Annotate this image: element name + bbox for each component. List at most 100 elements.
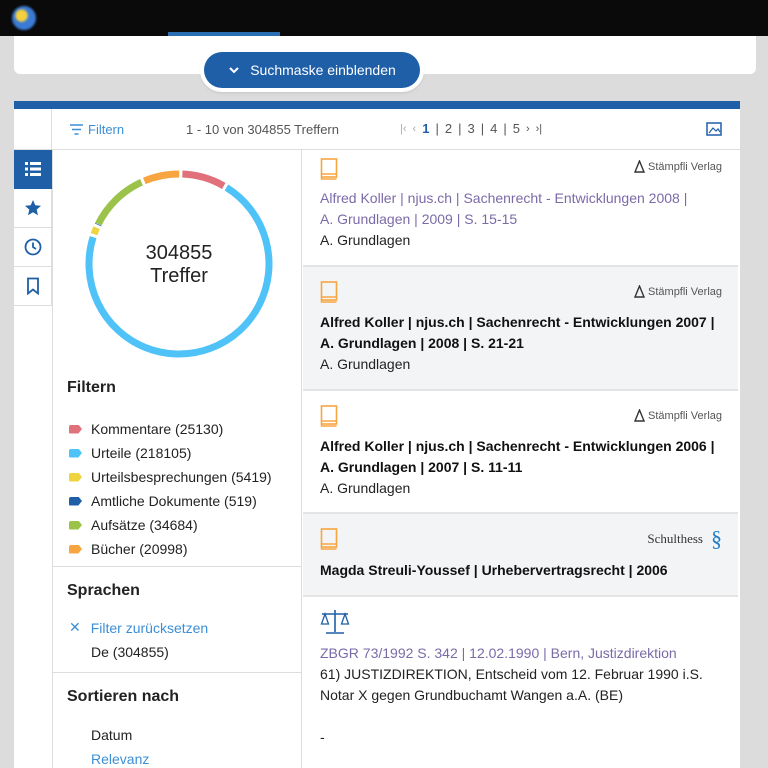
result-title-line1[interactable]: Magda Streuli-Youssef | Urhebervertragsr… [320,560,720,581]
sort-option-relevance[interactable]: Relevanz [91,751,149,767]
filter-toggle-link[interactable]: Filtern [70,122,124,137]
donut-segment [182,170,226,190]
reset-filter-link[interactable]: ✕ Filter zurücksetzen [69,619,208,636]
filter-option[interactable]: Aufsätze (34684) [69,513,272,537]
page-1-link[interactable]: 1 [422,121,429,136]
filter-toggle-label: Filtern [88,122,125,137]
next-page-icon[interactable]: › [526,123,530,135]
bookmarks-tab[interactable] [14,267,52,306]
language-option-de[interactable]: De (304855) [91,644,169,660]
filter-section-title: Filtern [67,379,116,396]
languages-section-title: Sprachen [67,582,140,599]
result-item[interactable]: Stämpfli Verlag Alfred Koller | njus.ch … [303,267,738,391]
paragraph-mark-icon: § [711,526,722,551]
app-logo[interactable] [12,6,36,30]
image-view-icon[interactable] [706,122,722,136]
result-title-line1[interactable]: ZBGR 73/1992 S. 342 | 12.02.1990 | Bern,… [320,643,720,664]
total-hits-label: Treffer [150,265,208,287]
filter-option-label: Bücher (20998) [91,541,188,557]
result-subtitle: A. Grundlagen [320,480,411,496]
result-title-line1[interactable]: Alfred Koller | njus.ch | Sachenrecht - … [320,436,720,457]
page-5-link[interactable]: 5 [513,121,520,136]
filter-option[interactable]: Urteile (218105) [69,441,272,465]
staempfli-logo-icon [634,409,646,422]
first-page-icon[interactable]: |‹ [400,123,407,135]
staempfli-logo-icon [634,285,646,298]
show-search-mask-label: Suchmaske einblenden [250,62,396,78]
page-4-link[interactable]: 4 [490,121,497,136]
results-card: Filtern 1 - 10 von 304855 Treffern |‹ ‹ … [14,101,740,768]
result-item[interactable]: Schulthess § Magda Streuli-Youssef | Urh… [303,514,738,597]
total-hits-count: 304855 [145,242,213,264]
result-item[interactable]: ZBGR 73/1992 S. 342 | 12.02.1990 | Bern,… [303,597,738,767]
filter-sidebar: 304855 Treffer Filtern Kommentare (25130… [52,150,302,768]
result-text-line1: 61) JUSTIZDIREKTION, Entscheid vom 12. F… [320,666,703,682]
top-navigation-bar [0,0,768,36]
donut-segment [95,179,143,226]
tag-icon [69,496,82,506]
filter-option-label: Kommentare (25130) [91,421,224,437]
result-subtitle: A. Grundlagen [320,232,411,248]
publisher-logo: Schulthess § [647,526,722,551]
result-item[interactable]: Stämpfli Verlag Alfred Koller | njus.ch … [303,391,738,514]
tag-icon [69,424,82,434]
result-text-line3: - [320,729,325,745]
sort-section-title: Sortieren nach [67,688,180,705]
filter-option[interactable]: Bücher (20998) [69,537,272,561]
divider [53,566,301,567]
pagination: |‹ ‹ 1 | 2 | 3 | 4 | 5 › ›| [400,121,543,136]
result-subtitle: A. Grundlagen [320,356,411,372]
chevron-down-icon [229,67,239,74]
result-title-line2[interactable]: A. Grundlagen | 2007 | S. 11-11 [320,457,720,478]
result-title-line2[interactable]: A. Grundlagen | 2008 | S. 21-21 [320,333,720,354]
reset-filter-label: Filter zurücksetzen [90,619,209,636]
star-icon [24,200,41,216]
filter-option-label: Urteile (218105) [91,445,192,461]
clock-icon [24,238,41,256]
brand-name [44,10,48,26]
filter-icon [70,124,83,135]
close-icon: ✕ [69,619,81,635]
list-view-tab[interactable] [14,150,52,189]
tag-icon [69,544,82,554]
prev-page-icon[interactable]: ‹ [413,123,417,135]
filter-option-label: Amtliche Dokumente (519) [91,493,257,509]
filter-option[interactable]: Amtliche Dokumente (519) [69,489,272,513]
staempfli-logo-icon [634,160,646,173]
results-toolbar: Filtern 1 - 10 von 304855 Treffern |‹ ‹ … [52,109,740,150]
result-item[interactable]: Stämpfli Verlag Alfred Koller | njus.ch … [303,150,738,267]
result-text-line2: Notar X gegen Grundbuchamt Wangen a.A. (… [320,687,623,703]
show-search-mask-button[interactable]: Suchmaske einblenden [204,52,420,88]
toolbar-corner [14,109,52,150]
book-icon [320,281,338,303]
publisher-name: Schulthess [647,531,703,546]
history-tab[interactable] [14,228,52,267]
donut-total: 304855 Treffer [79,242,279,288]
list-icon [24,162,41,176]
hits-range-text: 1 - 10 von 304855 Treffern [186,122,339,137]
results-list: Stämpfli Verlag Alfred Koller | njus.ch … [303,150,738,767]
publisher-logo: Stämpfli Verlag [634,285,722,298]
result-title-line1[interactable]: Alfred Koller | njus.ch | Sachenrecht - … [320,188,720,209]
scales-of-justice-icon [320,610,350,634]
tag-icon [69,448,82,458]
category-filter-list: Kommentare (25130) Urteile (218105) Urteil… [69,417,272,561]
last-page-icon[interactable]: ›| [536,123,543,135]
filter-option[interactable]: Kommentare (25130) [69,417,272,441]
bookmark-icon [26,277,39,295]
tag-icon [69,472,82,482]
page-2-link[interactable]: 2 [445,121,452,136]
donut-segment [90,226,100,236]
book-icon [320,158,338,180]
favorites-tab[interactable] [14,189,52,228]
book-icon [320,405,338,427]
filter-option[interactable]: Urteilsbesprechungen (5419) [69,465,272,489]
publisher-name: Stämpfli Verlag [648,285,722,298]
sort-option-date[interactable]: Datum [91,727,132,743]
donut-segment [142,170,180,185]
publisher-name: Stämpfli Verlag [648,160,722,173]
publisher-logo: Stämpfli Verlag [634,160,722,173]
page-3-link[interactable]: 3 [467,121,474,136]
result-title-line1[interactable]: Alfred Koller | njus.ch | Sachenrecht - … [320,312,720,333]
result-title-line2[interactable]: A. Grundlagen | 2009 | S. 15-15 [320,209,720,230]
